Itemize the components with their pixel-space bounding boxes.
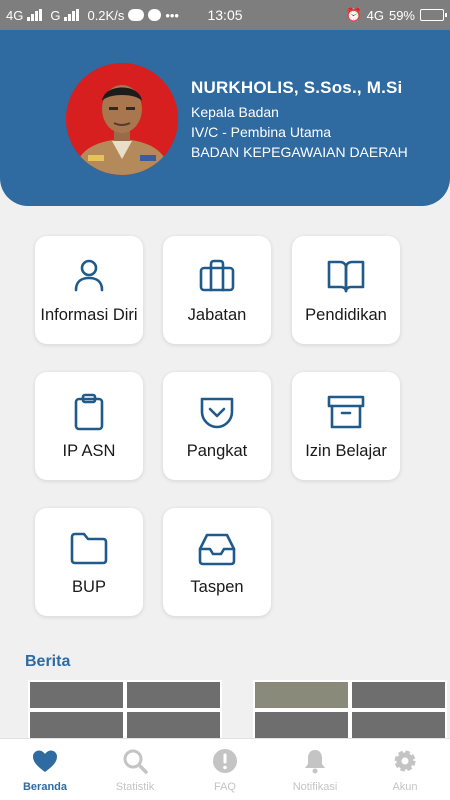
menu-label: BUP <box>72 577 106 596</box>
clock: 13:05 <box>207 7 243 23</box>
news-card[interactable] <box>28 680 222 740</box>
battery-percent: 59% <box>388 7 415 23</box>
network-speed: 0.2K/s <box>87 7 125 23</box>
network-label-1: 4G <box>6 7 24 23</box>
nav-label: Statistik <box>115 780 155 793</box>
menu-informasi-diri[interactable]: Informasi Diri <box>35 236 143 344</box>
menu-izin-belajar[interactable]: Izin Belajar <box>292 372 400 480</box>
gear-icon <box>394 750 416 771</box>
status-bar: 4G G 0.2K/s ••• 13:05 ⏰ 4G 59% <box>0 0 450 30</box>
menu-taspen[interactable]: Taspen <box>163 508 271 616</box>
chevron-badge-icon <box>200 397 234 428</box>
avatar <box>66 63 178 175</box>
profile-name: NURKHOLIS, S.Sos., M.Si <box>191 78 403 97</box>
nav-label: Notifikasi <box>292 780 338 793</box>
bell-icon <box>305 749 325 773</box>
profile-agency: BADAN KEPEGAWAIAN DAERAH <box>191 144 408 160</box>
book-icon <box>327 260 365 292</box>
news-card[interactable] <box>253 680 447 740</box>
menu-jabatan[interactable]: Jabatan <box>163 236 271 344</box>
menu-label: Pangkat <box>186 441 248 460</box>
signal-icon-2 <box>64 9 80 21</box>
nav-faq[interactable]: FAQ <box>180 739 270 800</box>
menu-label: Taspen <box>190 577 244 596</box>
archive-icon <box>327 395 365 428</box>
nav-beranda[interactable]: Beranda <box>0 739 90 800</box>
nav-notifikasi[interactable]: Notifikasi <box>270 739 360 800</box>
profile-header: NURKHOLIS, S.Sos., M.Si Kepala Badan IV/… <box>0 30 450 206</box>
profile-position: Kepala Badan <box>191 104 279 120</box>
menu-pendidikan[interactable]: Pendidikan <box>292 236 400 344</box>
alarm-icon: ⏰ <box>345 7 362 22</box>
briefcase-icon <box>199 259 235 291</box>
news-image <box>352 712 445 738</box>
nav-label: FAQ <box>213 780 236 793</box>
menu-label: Jabatan <box>187 305 247 324</box>
signal-icon <box>27 9 43 21</box>
search-icon <box>123 749 148 774</box>
nav-label: Akun <box>392 780 418 793</box>
menu-bup[interactable]: BUP <box>35 508 143 616</box>
message-icon <box>148 9 162 21</box>
person-icon <box>74 259 104 291</box>
news-image <box>30 682 123 708</box>
news-image <box>352 682 445 708</box>
inbox-icon <box>198 533 236 565</box>
news-image <box>127 712 220 738</box>
nav-statistik[interactable]: Statistik <box>90 739 180 800</box>
line-app-icon <box>128 9 145 21</box>
news-image <box>255 682 348 708</box>
folder-icon <box>70 532 108 564</box>
menu-pangkat[interactable]: Pangkat <box>163 372 271 480</box>
profile-rank: IV/C - Pembina Utama <box>191 124 332 140</box>
news-image <box>127 682 220 708</box>
menu-label: Informasi Diri <box>40 305 138 324</box>
nav-akun[interactable]: Akun <box>360 739 450 800</box>
news-section-title: Berita <box>25 653 71 670</box>
battery-icon <box>420 9 447 21</box>
profile-info: NURKHOLIS, S.Sos., M.Si Kepala Badan IV/… <box>191 78 408 160</box>
menu-label: Izin Belajar <box>305 441 387 460</box>
news-image <box>255 712 348 738</box>
clipboard-icon <box>74 393 104 430</box>
network-label-3: 4G <box>366 7 384 23</box>
news-image <box>30 712 123 738</box>
bottom-navigation: Beranda Statistik FAQ Notifikasi Akun <box>0 738 450 800</box>
heart-icon <box>33 750 57 772</box>
more-icon: ••• <box>165 7 179 23</box>
menu-label: Pendidikan <box>305 305 387 324</box>
network-label-2: G <box>50 7 61 23</box>
info-icon <box>213 748 237 773</box>
menu-label: IP ASN <box>62 441 116 460</box>
nav-label: Beranda <box>22 780 68 793</box>
menu-ip-asn[interactable]: IP ASN <box>35 372 143 480</box>
